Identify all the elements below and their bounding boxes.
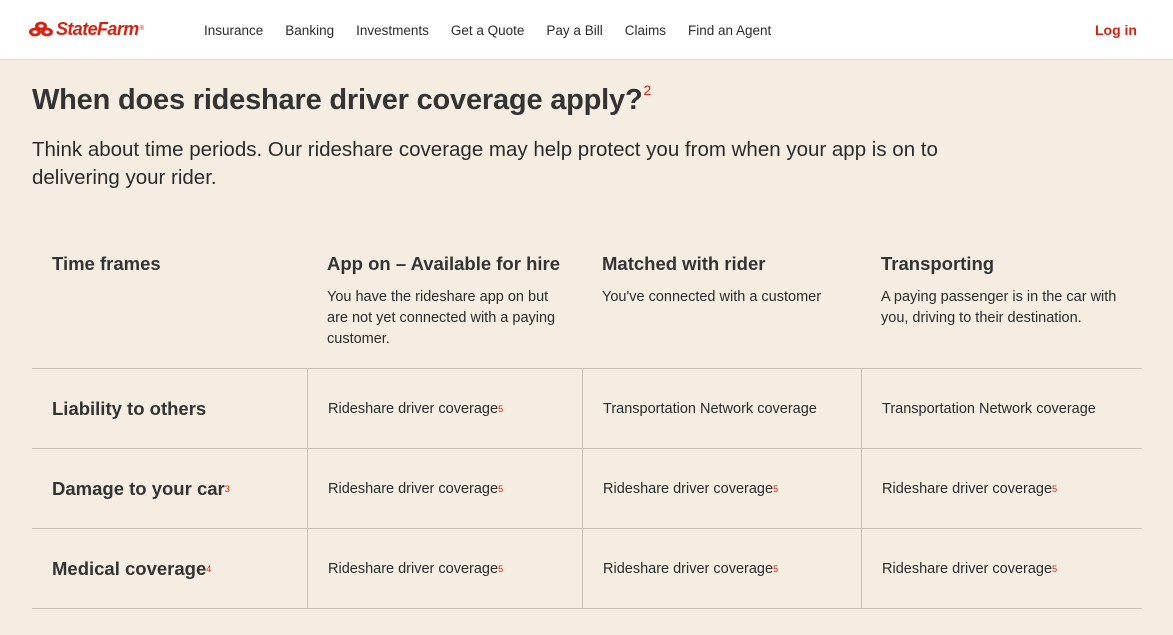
row-label-text: Medical coverage <box>52 557 207 579</box>
header-title: Transporting <box>881 253 995 274</box>
cell-text: Transportation Network coverage <box>603 400 817 417</box>
table-row-liability: Liability to others Rideshare driver cov… <box>32 369 1142 449</box>
table-cell: Rideshare driver coverage 5 <box>582 449 861 528</box>
cell-text: Rideshare driver coverage <box>603 480 774 497</box>
table-cell: Rideshare driver coverage 5 <box>307 449 582 528</box>
nav-pay-a-bill[interactable]: Pay a Bill <box>535 23 613 38</box>
table-cell: Transportation Network coverage <box>582 369 861 448</box>
registered-mark: ® <box>139 26 145 32</box>
table-row-medical: Medical coverage 4 Rideshare driver cover… <box>32 529 1142 609</box>
table-cell: Rideshare driver coverage 5 <box>861 529 1142 608</box>
row-label: Liability to others <box>32 369 307 448</box>
header-title: Matched with rider <box>602 253 766 274</box>
nav-investments[interactable]: Investments <box>345 23 440 38</box>
table-cell: Transportation Network coverage <box>861 369 1142 448</box>
header-description: You have the rideshare app on but are no… <box>327 289 556 347</box>
row-label: Medical coverage 4 <box>52 557 212 579</box>
table-row-damage: Damage to your car 3 Rideshare driver cov… <box>32 449 1142 529</box>
header-title: App on – Available for hire <box>327 253 561 274</box>
nav-find-an-agent[interactable]: Find an Agent <box>677 23 782 38</box>
row-label-text: Damage to your car <box>52 477 225 499</box>
table-cell: Rideshare driver coverage 5 <box>307 529 582 608</box>
nav-claims[interactable]: Claims <box>614 23 677 38</box>
cell-text: Rideshare driver coverage <box>603 560 774 577</box>
row-label-text: Liability to others <box>52 397 207 419</box>
header-transporting: Transporting A paying passenger is in th… <box>861 240 1142 368</box>
header-app-on: App on – Available for hire You have the… <box>307 240 582 368</box>
page-title-text: When does rideshare driver coverage appl… <box>32 84 643 116</box>
cell-text: Transportation Network coverage <box>882 400 1096 417</box>
site-header: StateFarm ® Insurance Banking Investment… <box>0 0 1173 60</box>
footnote-ref-2[interactable]: 2 <box>643 82 651 98</box>
table-header-row: Time frames App on – Available for hire … <box>32 240 1142 369</box>
cell-text: Rideshare driver coverage <box>882 560 1053 577</box>
table-cell: Rideshare driver coverage 5 <box>307 369 582 448</box>
nav-banking[interactable]: Banking <box>274 23 345 38</box>
statefarm-logo[interactable]: StateFarm ® <box>29 19 144 39</box>
cell-text: Rideshare driver coverage <box>328 560 499 577</box>
logo-wordmark: StateFarm <box>56 19 139 39</box>
login-link[interactable]: Log in <box>1095 22 1137 38</box>
nav-get-a-quote[interactable]: Get a Quote <box>440 23 536 38</box>
header-description: You've connected with a customer <box>602 289 822 305</box>
intro-paragraph: Think about time periods. Our rideshare … <box>32 138 938 189</box>
header-description: A paying passenger is in the car with yo… <box>881 289 1117 326</box>
cell-text: Rideshare driver coverage <box>328 480 499 497</box>
main-nav: Insurance Banking Investments Get a Quot… <box>193 0 782 60</box>
coverage-table: Time frames App on – Available for hire … <box>32 240 1142 609</box>
header-matched: Matched with rider You've connected with… <box>582 240 861 368</box>
cell-text: Rideshare driver coverage <box>328 400 499 417</box>
cell-text: Rideshare driver coverage <box>882 480 1053 497</box>
page-title: When does rideshare driver coverage appl… <box>32 82 651 117</box>
table-cell: Rideshare driver coverage 5 <box>582 529 861 608</box>
table-cell: Rideshare driver coverage 5 <box>861 449 1142 528</box>
header-title: Time frames <box>52 253 161 274</box>
header-time-frames: Time frames <box>32 240 307 368</box>
row-label: Damage to your car 3 <box>52 477 230 499</box>
nav-insurance[interactable]: Insurance <box>193 23 274 38</box>
three-ovals-logo-icon <box>29 21 53 37</box>
